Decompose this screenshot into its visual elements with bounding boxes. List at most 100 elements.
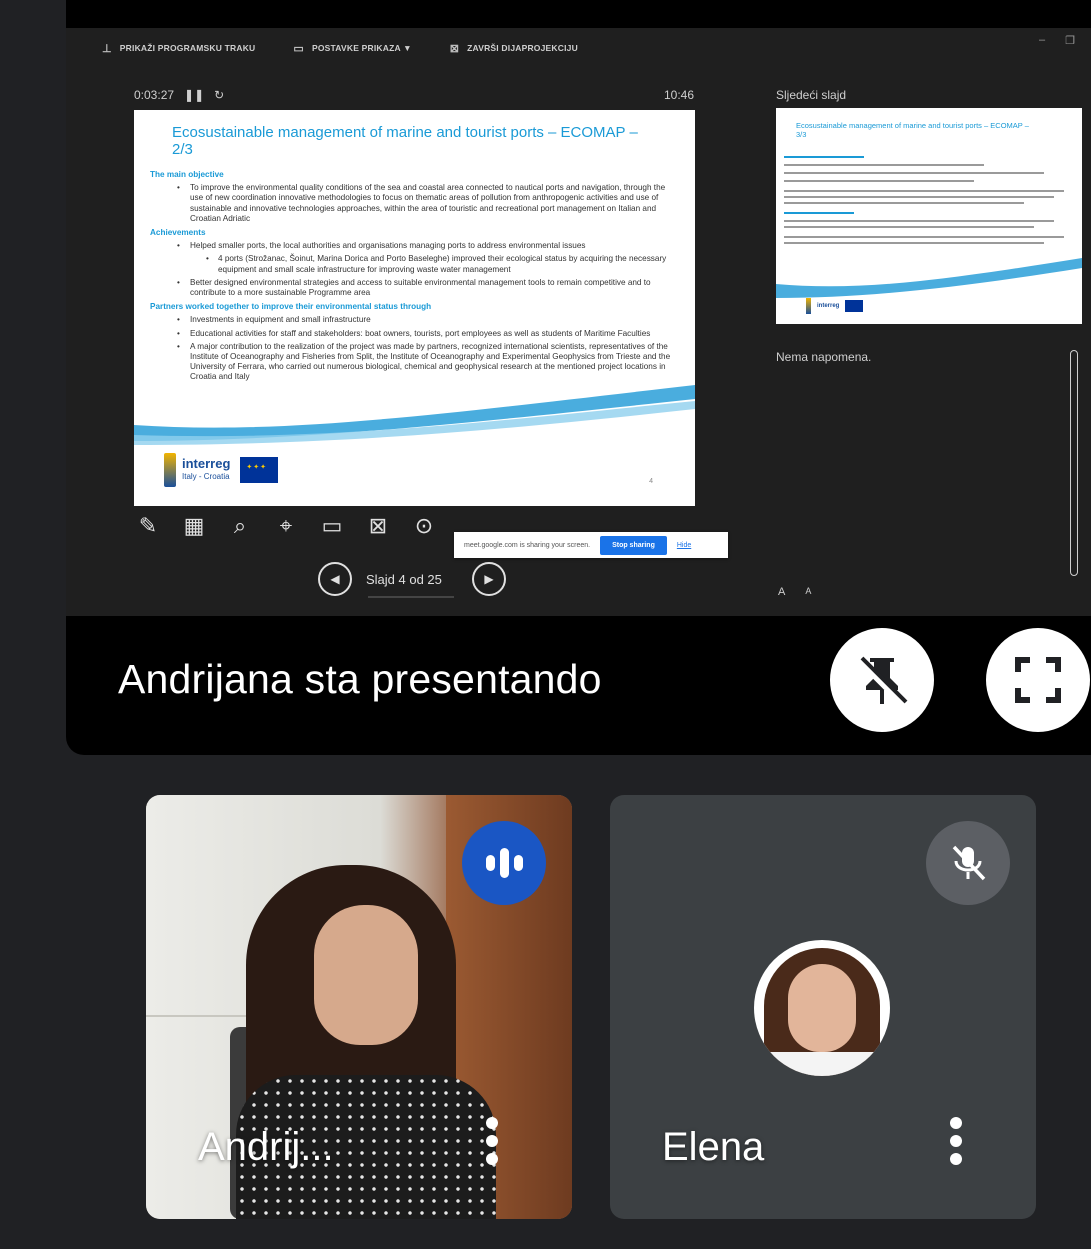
more-options-icon[interactable]: ⊙ xyxy=(410,512,438,540)
slide-section-heading: The main objective xyxy=(150,170,224,179)
presentation-stage[interactable]: ⊥ PRIKAŽI PROGRAMSKU TRAKU ▭ POSTAVKE PR… xyxy=(66,0,1091,755)
next-slide-text-line xyxy=(784,212,854,214)
timer-value: 0:03:27 xyxy=(134,88,175,102)
previous-slide-button[interactable]: ◀ xyxy=(318,562,352,596)
slide-sub-bullet: 4 ports (Strožanac, Šoinut, Marina Doric… xyxy=(150,254,680,274)
slide-counter: Slajd 4 od 25 xyxy=(366,572,458,598)
participant-tile-andrijana[interactable]: Andrij... xyxy=(146,795,572,1219)
end-show-label: ZAVRŠI DIJAPROJEKCIJU xyxy=(467,43,578,53)
notes-font-controls: A A xyxy=(778,586,811,598)
show-taskbar-button[interactable]: ⊥ PRIKAŽI PROGRAMSKU TRAKU xyxy=(102,42,255,55)
presenter-tools: ✎ ▦ ⌕ ⌖ ▭ ⊠ ⊙ xyxy=(134,512,438,540)
display-settings-label: POSTAVKE PRIKAZA ▼ xyxy=(312,43,412,53)
avatar-face xyxy=(788,964,856,1052)
next-slide-text-line xyxy=(784,220,1054,222)
slide-wave-decoration xyxy=(134,385,695,445)
next-slide-text-line xyxy=(784,180,974,182)
presenter-toolbar: ⊥ PRIKAŽI PROGRAMSKU TRAKU ▭ POSTAVKE PR… xyxy=(66,28,1091,68)
camera-off-icon[interactable]: ⊠ xyxy=(364,512,392,540)
clock: 10:46 xyxy=(664,88,695,102)
restore-icon[interactable]: ❐ xyxy=(1065,34,1075,47)
monitor-icon: ▭ xyxy=(293,42,304,55)
display-settings-button[interactable]: ▭ POSTAVKE PRIKAZA ▼ xyxy=(293,42,411,55)
next-slide-text-line xyxy=(784,172,1044,174)
fullscreen-button[interactable] xyxy=(986,628,1090,732)
slide-bullet: Educational activities for staff and sta… xyxy=(150,329,680,339)
slide-bullet: To improve the environmental quality con… xyxy=(150,183,680,224)
slide-navigation: ◀ Slajd 4 od 25 ▶ xyxy=(318,562,506,598)
interreg-logo: interreg Italy - Croatia xyxy=(164,453,279,487)
participant-tile-elena[interactable]: Elena xyxy=(610,795,1036,1219)
next-slide-title: Ecosustainable management of marine and … xyxy=(796,121,1029,139)
eu-flag-icon xyxy=(845,300,864,312)
zoom-icon[interactable]: ⌕ xyxy=(226,512,254,540)
next-slide-text-line xyxy=(784,236,1064,238)
current-slide: Ecosustainable management of marine and … xyxy=(134,110,695,506)
interreg-mark-icon xyxy=(164,453,176,487)
logo-sub: Italy - Croatia xyxy=(182,472,230,481)
black-screen-icon[interactable]: ▭ xyxy=(318,512,346,540)
speaking-indicator-icon xyxy=(462,821,546,905)
hide-notice-link[interactable]: Hide xyxy=(677,542,691,549)
stop-sharing-button[interactable]: Stop sharing xyxy=(600,535,667,555)
increase-font-button[interactable]: A xyxy=(778,586,785,598)
see-all-slides-icon[interactable]: ▦ xyxy=(180,512,208,540)
screen-sharing-notice: meet.google.com is sharing your screen. … xyxy=(454,532,728,558)
slide-body: The main objective To improve the enviro… xyxy=(150,166,680,386)
next-slide-logo: interreg xyxy=(806,298,864,314)
interreg-logo-text: interreg Italy - Croatia xyxy=(182,457,230,483)
logo-name: interreg xyxy=(182,456,231,471)
next-slide-button[interactable]: ▶ xyxy=(472,562,506,596)
end-show-button[interactable]: ⊠ ZAVRŠI DIJAPROJEKCIJU xyxy=(450,42,578,55)
mic-muted-icon xyxy=(926,821,1010,905)
slide-bullet: A major contribution to the realization … xyxy=(150,342,680,383)
presenter-view-window: ⊥ PRIKAŽI PROGRAMSKU TRAKU ▭ POSTAVKE PR… xyxy=(66,28,1091,616)
next-slide-text-line xyxy=(784,242,1044,244)
next-slide-text-line xyxy=(784,196,1054,198)
pointer-icon[interactable]: ⌖ xyxy=(272,512,300,540)
avatar-shoulder xyxy=(754,1052,890,1076)
participant-name: Elena xyxy=(662,1125,765,1169)
more-options-icon[interactable] xyxy=(944,1111,968,1171)
next-slide-text-line xyxy=(784,226,1034,228)
next-slide-text-line xyxy=(784,202,1024,204)
next-slide-preview[interactable]: Ecosustainable management of marine and … xyxy=(776,108,1082,324)
slide-section-heading: Partners worked together to improve thei… xyxy=(150,302,432,312)
avatar xyxy=(754,940,890,1076)
presenting-banner: Andrijana sta presentando xyxy=(118,656,602,702)
eu-flag-icon xyxy=(240,457,279,483)
next-slide-wave-decoration xyxy=(776,258,1082,298)
minimize-icon[interactable]: – xyxy=(1039,34,1045,47)
interreg-mark-icon xyxy=(806,298,811,314)
taskbar-icon: ⊥ xyxy=(102,42,112,55)
slide-page-number: 4 xyxy=(649,478,653,485)
sharing-notice-text: meet.google.com is sharing your screen. xyxy=(464,541,591,549)
next-slide-text-line xyxy=(784,164,984,166)
speaker-notes[interactable]: Nema napomena. xyxy=(776,350,871,364)
slide-bullet: Investments in equipment and small infra… xyxy=(150,315,680,325)
decrease-font-button[interactable]: A xyxy=(805,586,811,598)
meet-window: ⊥ PRIKAŽI PROGRAMSKU TRAKU ▭ POSTAVKE PR… xyxy=(0,0,1091,1249)
unpin-icon xyxy=(857,656,908,707)
pen-icon[interactable]: ✎ xyxy=(134,512,162,540)
next-slide-text-line xyxy=(784,190,1064,192)
notes-scrollbar[interactable] xyxy=(1070,350,1078,576)
window-controls: – ❐ xyxy=(1039,34,1075,47)
end-show-icon: ⊠ xyxy=(449,42,460,55)
next-slide-label: Sljedeći slajd xyxy=(776,88,847,102)
slide-bullet: Better designed environmental strategies… xyxy=(150,278,680,298)
more-options-icon[interactable] xyxy=(480,1111,504,1171)
fullscreen-icon xyxy=(1015,657,1061,703)
next-slide-logo-text: interreg xyxy=(817,303,840,309)
show-taskbar-label: PRIKAŽI PROGRAMSKU TRAKU xyxy=(119,43,256,53)
slide-bullet: Helped smaller ports, the local authorit… xyxy=(150,241,680,251)
next-slide-text-line xyxy=(784,156,864,158)
slide-title: Ecosustainable management of marine and … xyxy=(172,124,638,158)
reset-icon[interactable]: ↻ xyxy=(214,88,224,102)
video-person-face xyxy=(314,905,418,1045)
pause-icon[interactable]: ❚❚ xyxy=(184,88,204,102)
presentation-timer: 0:03:27 ❚❚ ↻ xyxy=(134,88,224,102)
slide-section-heading: Achievements xyxy=(150,228,206,238)
unpin-button[interactable] xyxy=(830,628,934,732)
participant-name: Andrij... xyxy=(198,1125,334,1169)
